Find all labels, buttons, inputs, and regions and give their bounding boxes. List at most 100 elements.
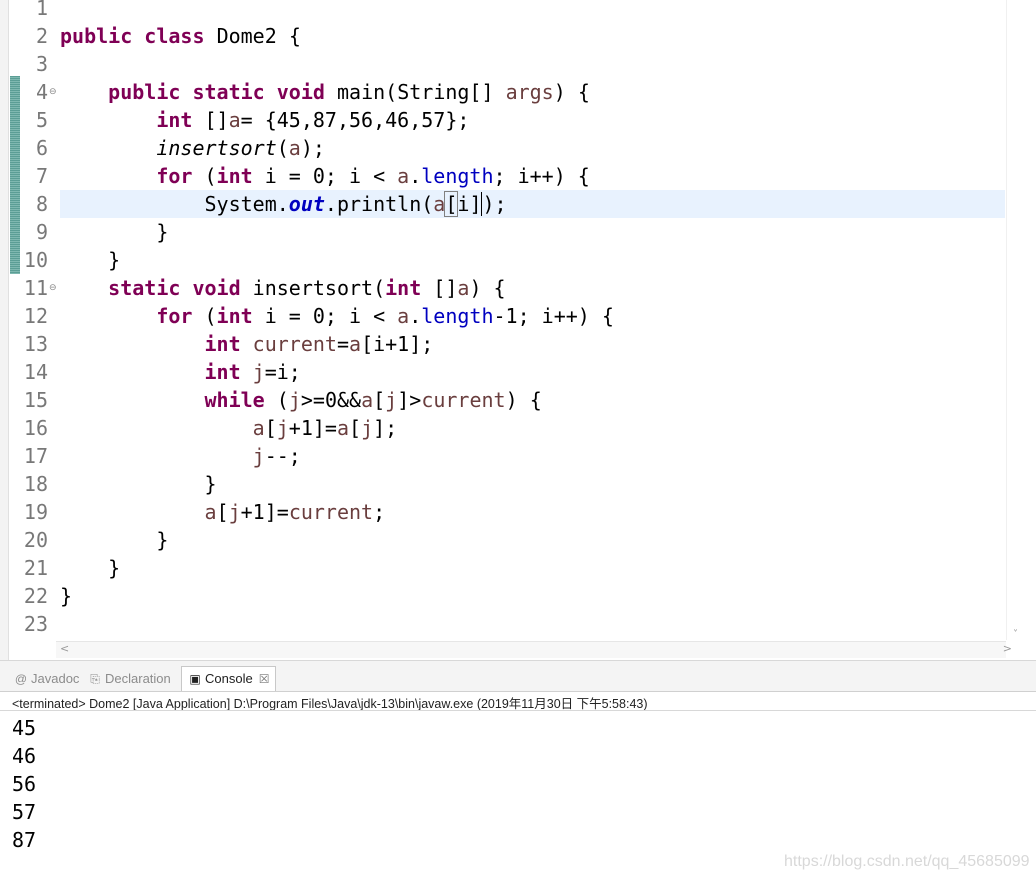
variable-token: a [397, 164, 410, 188]
variable-token: j [252, 444, 265, 468]
field-token: length [421, 164, 494, 188]
output-line: 56 [12, 772, 37, 796]
code-text[interactable]: for (int i = 0; i < a.length; i++) { [60, 162, 590, 190]
bottom-panel: @ Javadoc ⎘ Declaration ▣ Console ☒ <termina… [0, 660, 1036, 883]
code-editor[interactable]: 1 2 public class Dome2 { 3 4 ⊖ public st… [0, 0, 1036, 660]
divider [0, 710, 1036, 711]
scroll-right-arrow-icon[interactable]: > [1003, 642, 1012, 655]
code-line[interactable]: 18 } [0, 470, 1006, 498]
code-line[interactable]: 1 [0, 0, 1006, 22]
javadoc-icon: @ [14, 672, 28, 686]
code-line[interactable]: 15 while (j>=0&&a[j]>current) { [0, 386, 1006, 414]
code-text[interactable]: for (int i = 0; i < a.length-1; i++) { [60, 302, 614, 330]
line-number: 7 [35, 164, 48, 188]
tab-console[interactable]: ▣ Console ☒ [181, 666, 277, 691]
scroll-down-arrow-icon[interactable]: ˅ [1013, 629, 1018, 640]
code-text[interactable]: public class Dome2 { [60, 22, 301, 50]
code-token: [] [192, 108, 229, 132]
tab-javadoc[interactable]: @ Javadoc [14, 669, 80, 689]
fold-toggle-icon[interactable]: ⊖ [49, 283, 57, 293]
variable-token: a [397, 304, 410, 328]
code-token: =i; [264, 360, 301, 384]
code-text[interactable]: while (j>=0&&a[j]>current) { [60, 386, 542, 414]
line-number: 1 [35, 0, 48, 20]
horizontal-scrollbar[interactable]: < > [56, 641, 1012, 658]
code-line-current[interactable]: 8 System.out.println(a[i]); [36, 190, 1005, 218]
code-line[interactable]: 12 for (int i = 0; i < a.length-1; i++) … [0, 302, 1006, 330]
code-line[interactable]: 11 ⊖ static void insertsort(int []a) { [0, 274, 1006, 302]
code-text[interactable]: int []a= {45,87,56,46,57}; [60, 106, 469, 134]
code-text[interactable]: } [60, 554, 120, 582]
code-line[interactable]: 22 } [0, 582, 1006, 610]
line-number: 3 [35, 52, 48, 76]
variable-token: args [505, 80, 554, 104]
code-line[interactable]: 2 public class Dome2 { [0, 22, 1006, 50]
vertical-scrollbar[interactable]: ˅ [1006, 0, 1029, 640]
line-number: 11 [23, 276, 48, 300]
line-number: 19 [23, 500, 48, 524]
code-line[interactable]: 4 ⊖ public static void main(String[] arg… [0, 78, 1006, 106]
variable-token: a [204, 500, 217, 524]
code-text[interactable]: System.out.println(a[i]); [60, 190, 507, 218]
keyword-token: while [204, 388, 265, 412]
code-text[interactable]: } [60, 582, 72, 610]
code-line[interactable]: 5 int []a= {45,87,56,46,57}; [0, 106, 1006, 134]
code-line[interactable]: 16 a[j+1]=a[j]; [0, 414, 1006, 442]
code-token: .println( [324, 192, 434, 216]
code-text[interactable]: int j=i; [60, 358, 301, 386]
static-field-token: out [288, 192, 325, 216]
brace: } [156, 528, 169, 552]
code-line[interactable]: 20 } [0, 526, 1006, 554]
code-token: ; i++) { [493, 164, 590, 188]
code-text[interactable]: a[j+1]=current; [60, 498, 386, 526]
fold-toggle-icon[interactable]: ⊖ [49, 87, 57, 97]
code-token: [ [373, 388, 386, 412]
code-token: ) { [469, 276, 506, 300]
scroll-left-arrow-icon[interactable]: < [60, 642, 69, 655]
console-output[interactable]: 45 46 56 57 87 [12, 714, 36, 854]
code-text[interactable]: a[j+1]=a[j]; [60, 414, 398, 442]
code-line[interactable]: 17 j--; [0, 442, 1006, 470]
code-text[interactable]: int current=a[i+1]; [60, 330, 434, 358]
code-text[interactable]: insertsort(a); [60, 134, 325, 162]
variable-token: j [361, 416, 374, 440]
code-text[interactable]: } [60, 218, 168, 246]
code-token: [ [349, 416, 362, 440]
code-line[interactable]: 23 [0, 610, 1006, 638]
code-line[interactable]: 13 int current=a[i+1]; [0, 330, 1006, 358]
code-text[interactable]: } [60, 246, 120, 274]
variable-token: j [288, 388, 301, 412]
code-line[interactable]: 7 for (int i = 0; i < a.length; i++) { [0, 162, 1006, 190]
code-token: ]; [373, 416, 398, 440]
line-number: 15 [23, 388, 48, 412]
tab-declaration[interactable]: ⎘ Declaration [88, 669, 171, 689]
code-text[interactable]: public static void main(String[] args) { [60, 78, 590, 106]
line-number: 9 [35, 220, 48, 244]
code-token: +1]= [288, 416, 337, 440]
code-line[interactable]: 19 a[j+1]=current; [0, 498, 1006, 526]
code-text[interactable]: j--; [60, 442, 301, 470]
keyword-token: public [108, 80, 181, 104]
code-token: i [457, 192, 470, 216]
brace: } [108, 556, 121, 580]
line-number: 21 [23, 556, 48, 580]
code-text[interactable]: } [60, 526, 168, 554]
code-token: ; [373, 500, 386, 524]
close-icon[interactable]: ☒ [259, 672, 270, 686]
keyword-token: int [156, 108, 193, 132]
code-line[interactable]: 10 } [0, 246, 1006, 274]
declaration-icon: ⎘ [90, 672, 100, 686]
code-text[interactable]: static void insertsort(int []a) { [60, 274, 506, 302]
code-line[interactable]: 21 } [0, 554, 1006, 582]
code-line[interactable]: 14 int j=i; [0, 358, 1006, 386]
code-line[interactable]: 9 } [0, 218, 1006, 246]
output-line: 46 [12, 744, 37, 768]
code-line[interactable]: 6 insertsort(a); [0, 134, 1006, 162]
variable-token: current [288, 500, 374, 524]
code-text[interactable]: } [60, 470, 217, 498]
code-line[interactable]: 3 [0, 50, 1006, 78]
code-token: -1; i++) { [493, 304, 614, 328]
